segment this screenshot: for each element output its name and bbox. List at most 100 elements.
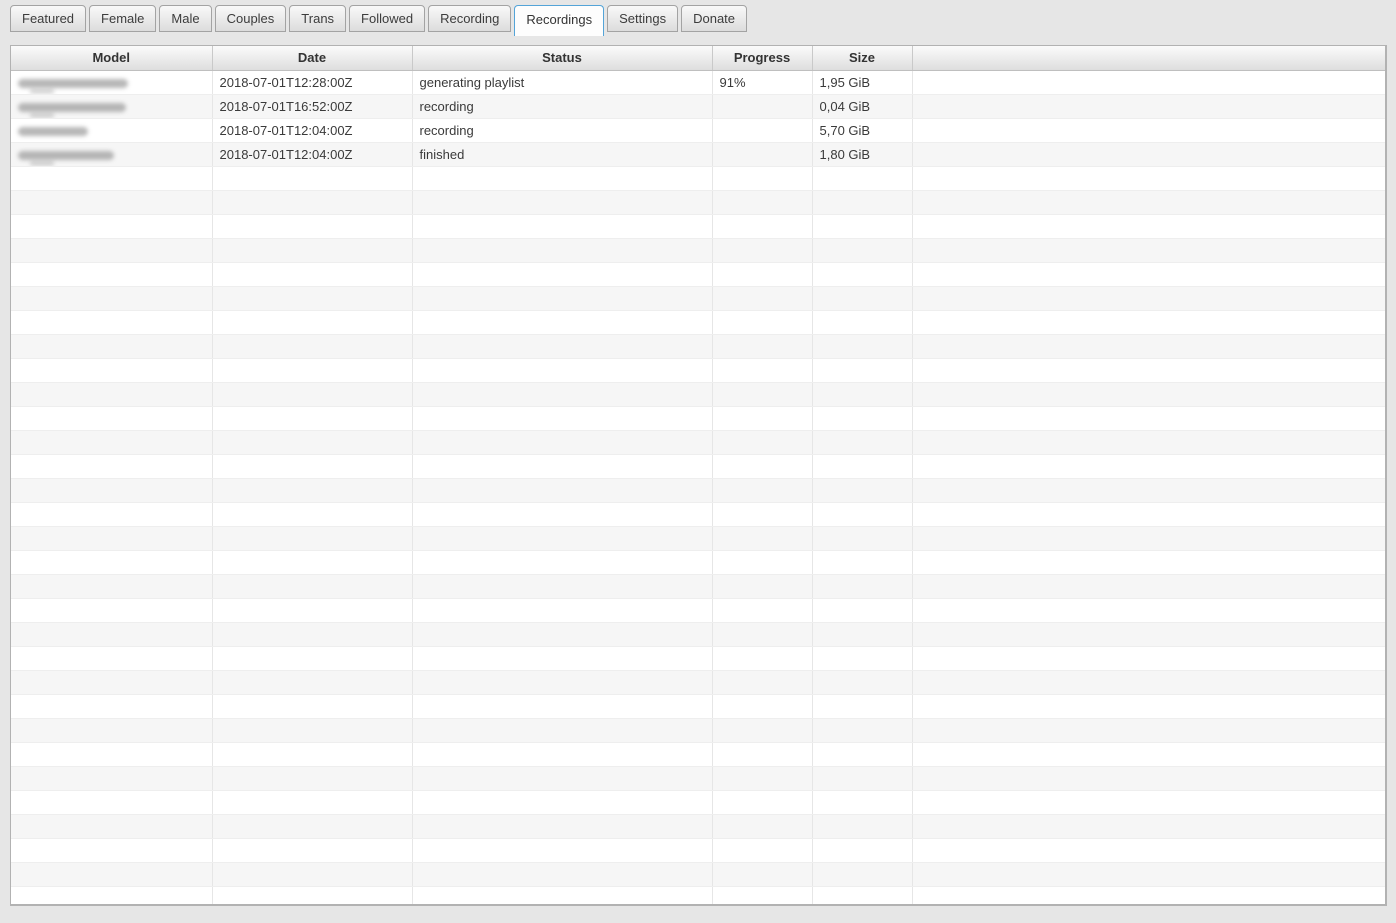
empty-cell	[412, 262, 713, 287]
empty-cell	[712, 742, 813, 767]
empty-cell	[11, 238, 213, 263]
tab-recordings[interactable]: Recordings	[514, 5, 605, 36]
empty-cell	[912, 646, 1385, 671]
column-header-status[interactable]: Status	[412, 46, 713, 71]
empty-cell	[912, 262, 1385, 287]
empty-cell	[412, 622, 713, 647]
empty-cell	[912, 454, 1385, 479]
empty-row	[11, 790, 1385, 815]
empty-cell	[11, 814, 213, 839]
empty-cell	[212, 526, 413, 551]
progress-cell	[712, 142, 813, 167]
empty-cell	[11, 190, 213, 215]
column-header-model[interactable]: Model	[11, 46, 213, 71]
empty-cell	[412, 790, 713, 815]
spacer-cell	[912, 118, 1385, 143]
tab-couples[interactable]: Couples	[214, 5, 287, 32]
empty-cell	[912, 814, 1385, 839]
empty-cell	[812, 766, 913, 791]
empty-cell	[812, 862, 913, 887]
redacted-model-name	[18, 126, 88, 136]
tab-male[interactable]: Male	[159, 5, 212, 32]
empty-cell	[212, 742, 413, 767]
empty-cell	[912, 838, 1385, 863]
empty-cell	[712, 598, 813, 623]
empty-cell	[412, 646, 713, 671]
empty-cell	[912, 862, 1385, 887]
empty-cell	[712, 790, 813, 815]
empty-cell	[712, 646, 813, 671]
empty-cell	[712, 454, 813, 479]
empty-cell	[712, 574, 813, 599]
empty-cell	[712, 382, 813, 407]
model-cell	[11, 142, 213, 167]
empty-cell	[212, 382, 413, 407]
empty-cell	[712, 814, 813, 839]
empty-cell	[412, 502, 713, 527]
model-cell	[11, 118, 213, 143]
empty-cell	[412, 382, 713, 407]
empty-cell	[912, 190, 1385, 215]
empty-row	[11, 310, 1385, 335]
empty-cell	[11, 214, 213, 239]
recording-row[interactable]: 2018-07-01T16:52:00Z recording 0,04 GiB	[11, 94, 1385, 119]
empty-cell	[812, 814, 913, 839]
empty-cell	[212, 262, 413, 287]
empty-cell	[712, 838, 813, 863]
recording-row[interactable]: 2018-07-01T12:04:00Z recording 5,70 GiB	[11, 118, 1385, 143]
tab-trans[interactable]: Trans	[289, 5, 347, 32]
tab-female[interactable]: Female	[89, 5, 157, 32]
empty-cell	[812, 238, 913, 263]
empty-cell	[912, 550, 1385, 575]
column-header-progress[interactable]: Progress	[712, 46, 813, 71]
tab-recording[interactable]: Recording	[428, 5, 512, 32]
empty-cell	[812, 478, 913, 503]
empty-row	[11, 550, 1385, 575]
empty-cell	[11, 886, 213, 904]
empty-cell	[11, 598, 213, 623]
empty-cell	[812, 382, 913, 407]
model-cell	[11, 94, 213, 119]
empty-row	[11, 646, 1385, 671]
empty-cell	[712, 526, 813, 551]
tab-bar: Featured Female Male Couples Trans Followed Re…	[0, 0, 1396, 36]
empty-row	[11, 502, 1385, 527]
empty-cell	[212, 286, 413, 311]
empty-cell	[712, 166, 813, 191]
empty-cell	[712, 310, 813, 335]
empty-cell	[11, 862, 213, 887]
empty-cell	[212, 334, 413, 359]
empty-row	[11, 382, 1385, 407]
empty-cell	[712, 430, 813, 455]
empty-cell	[11, 502, 213, 527]
empty-cell	[11, 574, 213, 599]
empty-cell	[11, 478, 213, 503]
empty-cell	[212, 766, 413, 791]
empty-cell	[11, 790, 213, 815]
empty-cell	[912, 166, 1385, 191]
empty-cell	[412, 550, 713, 575]
tab-featured[interactable]: Featured	[10, 5, 87, 32]
empty-cell	[912, 334, 1385, 359]
empty-cell	[912, 358, 1385, 383]
empty-cell	[812, 286, 913, 311]
progress-cell	[712, 94, 813, 119]
empty-cell	[11, 334, 213, 359]
empty-cell	[912, 382, 1385, 407]
spacer-cell	[912, 70, 1385, 95]
column-header-date[interactable]: Date	[212, 46, 413, 71]
recording-row[interactable]: 2018-07-01T12:28:00Z generating playlist 9…	[11, 70, 1385, 95]
size-cell: 1,95 GiB	[812, 70, 913, 95]
empty-cell	[912, 790, 1385, 815]
tab-followed[interactable]: Followed	[349, 5, 426, 32]
empty-cell	[712, 718, 813, 743]
empty-cell	[412, 718, 713, 743]
empty-cell	[212, 814, 413, 839]
empty-cell	[212, 670, 413, 695]
tab-donate[interactable]: Donate	[681, 5, 748, 32]
empty-row	[11, 190, 1385, 215]
column-header-size[interactable]: Size	[812, 46, 913, 71]
empty-cell	[412, 358, 713, 383]
recording-row[interactable]: 2018-07-01T12:04:00Z finished 1,80 GiB	[11, 142, 1385, 167]
tab-settings[interactable]: Settings	[607, 5, 679, 32]
